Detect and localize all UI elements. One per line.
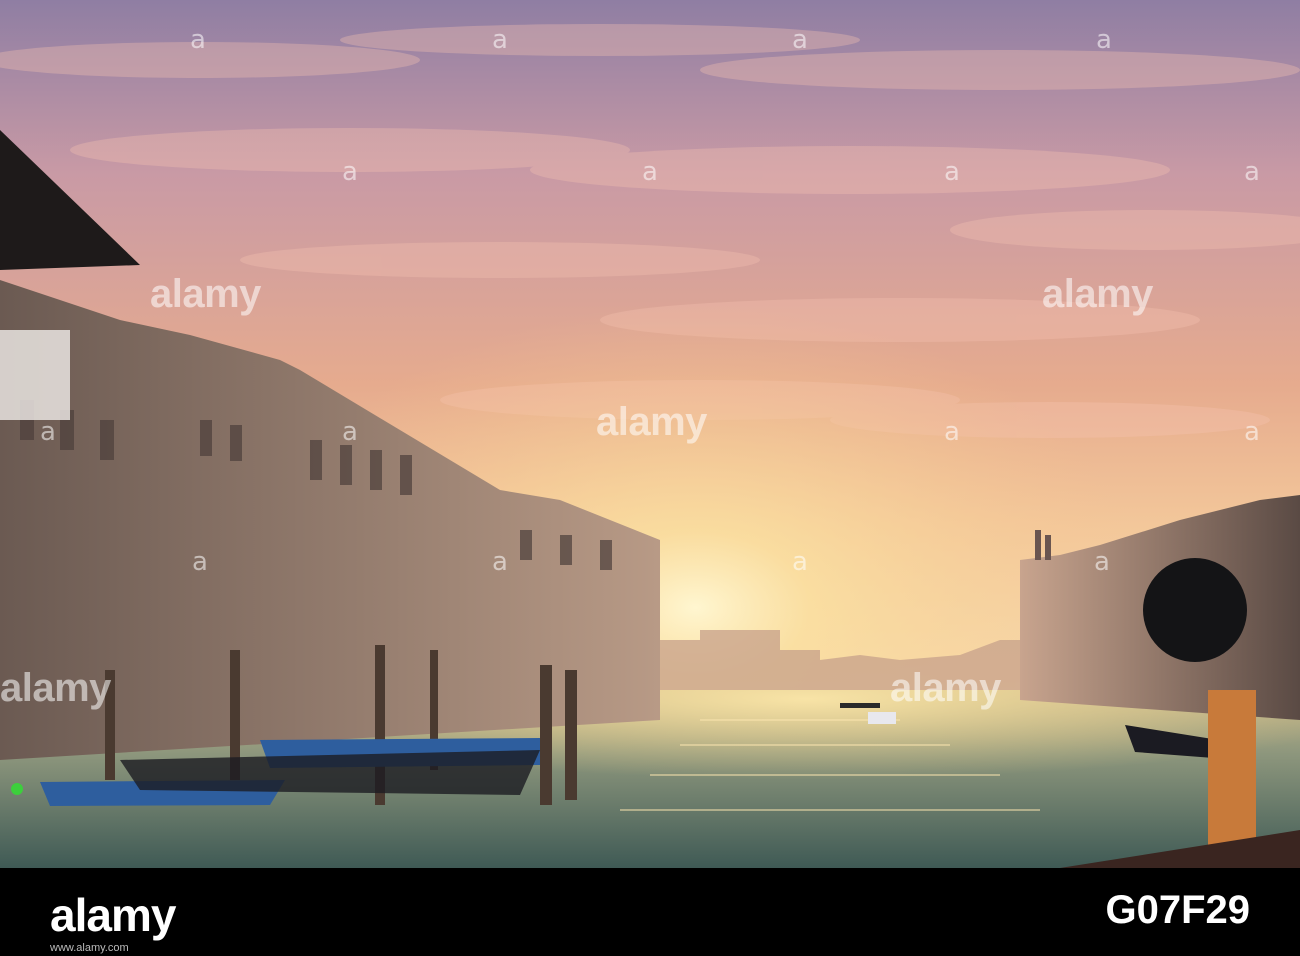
watermark-a-icon: a [1096, 25, 1112, 55]
watermark-a-icon: a [492, 25, 508, 55]
venice-canal-sunset-photo [0, 0, 1300, 868]
brand-logo: alamy [50, 889, 176, 941]
watermark-a-icon: a [190, 25, 206, 55]
watermark-a-icon: a [1244, 157, 1260, 187]
footer-credit: www.alamy.com [50, 942, 129, 954]
image-id: G07F29 [1105, 888, 1250, 932]
watermark-a-icon: a [192, 547, 208, 577]
watermark-a-icon: a [642, 157, 658, 187]
watermark-a-icon: a [1094, 547, 1110, 577]
watermark-a-icon: a [342, 157, 358, 187]
watermark-a-icon: a [944, 417, 960, 447]
watermark-a-icon: a [792, 547, 808, 577]
watermark-a-icon: a [342, 417, 358, 447]
watermark-a-icon: a [792, 25, 808, 55]
footer-bar: alamy G07F29 www.alamy.com [0, 868, 1300, 956]
watermark-a-icon: a [944, 157, 960, 187]
watermark-a-icon: a [1244, 417, 1260, 447]
watermark-a-icon: a [492, 547, 508, 577]
watermark-a-icon: a [40, 417, 56, 447]
stock-photo: alamy alamy alamy alamy alamy a a a a a … [0, 0, 1300, 956]
